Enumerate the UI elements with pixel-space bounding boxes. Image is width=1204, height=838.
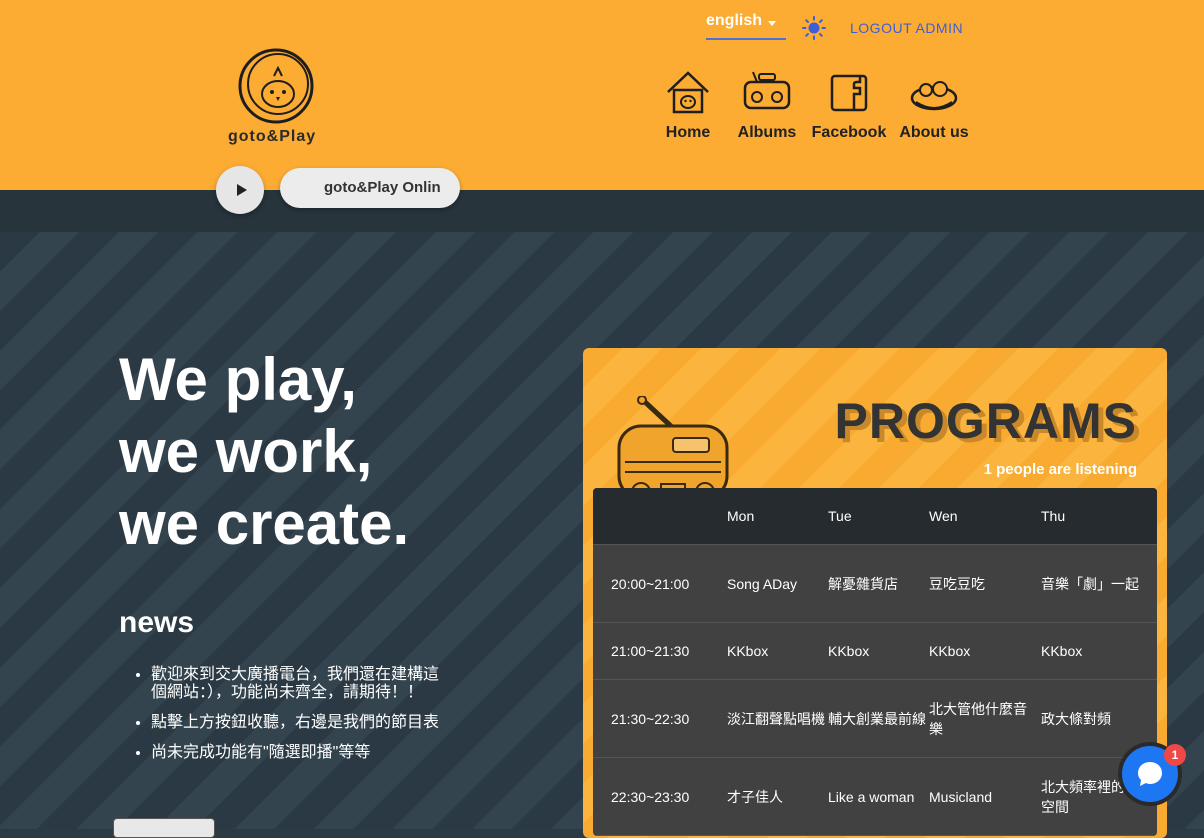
time-cell: 21:30~22:30 <box>611 710 690 727</box>
program-cell: Like a woman <box>828 788 915 805</box>
table-row: 20:00~21:00 Song ADay 解憂雜貨店 豆吃豆吃 音樂「劇」一起 <box>593 545 1157 623</box>
program-cell: KKbox <box>828 643 870 659</box>
time-cell: 22:30~23:30 <box>611 788 690 805</box>
radio-icon <box>743 71 791 110</box>
nest-icon <box>910 81 958 111</box>
program-cell: Song ADay <box>727 575 798 592</box>
program-cell: KKbox <box>929 643 971 659</box>
now-playing-display: goto&Play Onlin <box>280 168 460 208</box>
nav-home-label: Home <box>665 124 711 141</box>
program-cell: 才子佳人 <box>727 788 783 805</box>
slogan-line: We play, <box>119 346 357 413</box>
table-row: 21:30~22:30 淡江翻聲點唱機 輔大創業最前線 北大管他什麼音樂 政大條… <box>593 680 1157 758</box>
time-cell: 21:00~21:30 <box>611 643 690 659</box>
table-row: 22:30~23:30 才子佳人 Like a woman Musicland … <box>593 758 1157 836</box>
home-icon <box>667 71 709 114</box>
slogan-line: we create. <box>119 490 410 557</box>
program-cell: 輔大創業最前線 <box>828 710 926 727</box>
chevron-down-icon <box>768 21 777 26</box>
notification-badge: 1 <box>1164 744 1186 766</box>
nav-facebook-label: Facebook <box>811 124 887 141</box>
news-list: 歡迎來到交大廣播電台，我們還在建構這個網站：），功能尚未齊全，請期待！！ 點擊上… <box>119 666 451 774</box>
play-icon <box>236 184 247 196</box>
news-title: news <box>119 606 195 639</box>
program-cell: 音樂「劇」一起 <box>1041 575 1139 592</box>
site-header <box>0 0 1204 190</box>
table-row: 21:00~21:30 KKbox KKbox KKbox KKbox <box>593 623 1157 680</box>
partial-button[interactable] <box>113 818 215 838</box>
now-playing-text: goto&Play Onlin <box>324 179 441 196</box>
header-day: Tue <box>828 508 852 524</box>
program-cell: 豆吃豆吃 <box>929 575 985 592</box>
news-item: 點擊上方按鈕收聽，右邊是我們的節目表 <box>151 714 451 732</box>
table-header-row: Mon Tue Wen Thu <box>593 488 1157 545</box>
hero-slogan: We play, we work, we create. <box>119 344 539 560</box>
site-logo[interactable] <box>228 46 324 126</box>
language-select[interactable]: english <box>706 12 786 40</box>
programs-title: PROGRAMS <box>834 393 1137 449</box>
chat-bubble-icon <box>1138 762 1162 786</box>
program-cell: 北大管他什麼音樂 <box>929 700 1027 737</box>
program-cell: KKbox <box>727 643 769 659</box>
theme-toggle[interactable] <box>802 16 826 45</box>
player-bar <box>0 190 1204 232</box>
nav-home[interactable]: Home <box>664 68 712 142</box>
logo-text: goto&Play <box>228 128 317 145</box>
logout-button[interactable]: LOGOUT ADMIN <box>850 20 963 36</box>
news-item: 尚未完成功能有"隨選即播"等等 <box>151 744 451 762</box>
header-day: Mon <box>727 508 755 524</box>
listener-count: 1 people are listening <box>983 461 1137 478</box>
nav-about[interactable]: About us <box>898 68 970 142</box>
programs-panel: PROGRAMS 1 people are listening Mon Tue … <box>583 348 1167 838</box>
program-cell: 淡江翻聲點唱機 <box>727 710 825 727</box>
program-cell: KKbox <box>1041 643 1083 659</box>
facebook-icon <box>830 74 868 112</box>
program-cell: 政大條對頻 <box>1041 710 1111 727</box>
play-button[interactable] <box>216 166 264 214</box>
header-day: Thu <box>1041 508 1066 524</box>
slogan-line: we work, <box>119 418 373 485</box>
time-cell: 20:00~21:00 <box>611 575 690 592</box>
chick-logo-icon <box>238 48 314 124</box>
header-day: Wen <box>929 508 958 524</box>
news-item: 歡迎來到交大廣播電台，我們還在建構這個網站：），功能尚未齊全，請期待！！ <box>151 666 451 702</box>
language-value: english <box>706 12 763 29</box>
program-cell: 解憂雜貨店 <box>828 575 898 592</box>
program-cell: Musicland <box>929 788 993 805</box>
sun-icon <box>802 16 826 40</box>
program-schedule-table: Mon Tue Wen Thu 20:00~21:00 Song ADay 解憂… <box>593 488 1157 836</box>
nav-about-label: About us <box>899 124 969 141</box>
nav-facebook[interactable]: Facebook <box>811 68 887 142</box>
nav-albums-label: Albums <box>737 124 797 141</box>
nav-albums[interactable]: Albums <box>737 68 797 142</box>
